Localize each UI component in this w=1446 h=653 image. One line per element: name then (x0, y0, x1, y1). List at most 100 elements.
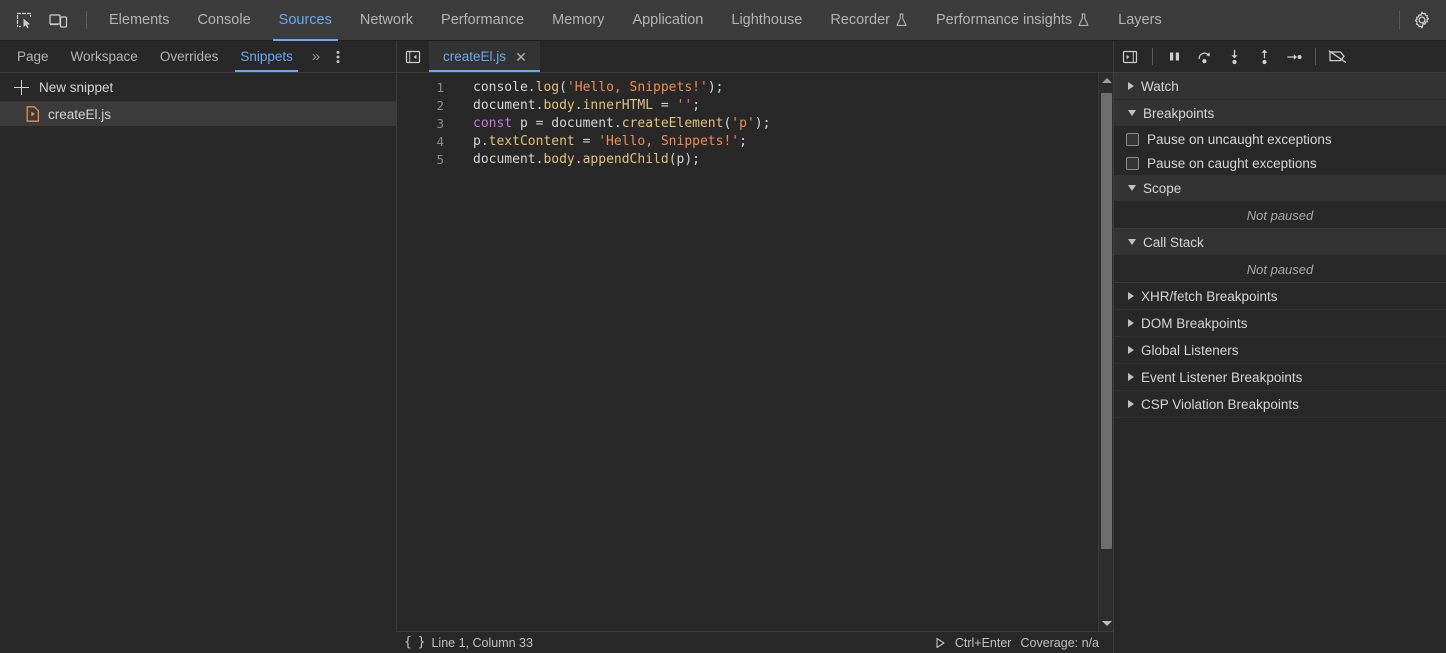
panel-tab-elements[interactable]: Elements (95, 0, 183, 41)
code-line: 3 const p = document.createElement('p'); (397, 115, 1113, 133)
scope-section-header[interactable]: Scope (1114, 175, 1446, 202)
code-editor[interactable]: 1 console.log('Hello, Snippets!'); 2 docume… (397, 73, 1113, 631)
line-number[interactable]: 2 (397, 97, 444, 115)
pause-on-caught-exceptions-checkbox[interactable] (1126, 156, 1139, 170)
editor-file-tab[interactable]: createEl.js ✕ (429, 41, 541, 72)
panel-tab-recorder[interactable]: Recorder (816, 0, 922, 41)
panel-tab-network[interactable]: Network (346, 0, 427, 41)
code-line-text[interactable]: document.body.appendChild(p); (444, 151, 700, 169)
call-stack-section-header[interactable]: Call Stack (1114, 229, 1446, 256)
chevron-right-icon (1128, 82, 1134, 90)
line-number[interactable]: 1 (397, 79, 444, 97)
panel-tab-memory[interactable]: Memory (538, 0, 618, 41)
navigator-more-options-icon[interactable] (326, 41, 350, 72)
chevron-right-icon (1128, 400, 1134, 408)
toolbar-right-icons (1391, 6, 1446, 34)
panel-tab-label: Sources (278, 12, 332, 28)
collapse-navigator-icon[interactable] (397, 41, 429, 72)
panel-tab-label: Memory (552, 12, 605, 28)
step-into-icon[interactable] (1219, 44, 1249, 70)
pause-on-uncaught-exceptions-checkbox[interactable] (1126, 132, 1139, 146)
code-line: 2 document.body.innerHTML = ''; (397, 97, 1113, 115)
line-number[interactable]: 3 (397, 115, 444, 133)
section-title: Call Stack (1143, 234, 1204, 250)
panel-tab-layers[interactable]: Layers (1104, 0, 1176, 41)
new-snippet-button[interactable]: New snippet (0, 73, 396, 102)
navigator-tab-workspace[interactable]: Workspace (60, 41, 149, 72)
gear-icon[interactable] (1408, 6, 1436, 34)
panel-tab-console[interactable]: Console (183, 0, 264, 41)
panel-tab-sources[interactable]: Sources (265, 0, 346, 41)
run-snippet-icon[interactable] (935, 637, 946, 649)
navigator-tabbar: Page Workspace Overrides Snippets» (0, 41, 396, 73)
pretty-print-icon[interactable]: { } (404, 635, 426, 650)
section-title: Global Listeners (1141, 342, 1239, 358)
editor-pane: createEl.js ✕ 1 console.log('Hello, Snipp… (396, 41, 1113, 653)
deactivate-breakpoints-icon[interactable] (1322, 44, 1352, 70)
panel-tab-application[interactable]: Application (618, 0, 717, 41)
editor-scrollbar-thumb[interactable] (1101, 93, 1112, 549)
code-token: ); (754, 116, 771, 131)
editor-file-tab-label: createEl.js (443, 49, 507, 64)
code-token: (p); (668, 152, 700, 167)
section-event-listener-breakpoints[interactable]: Event Listener Breakpoints (1114, 364, 1446, 391)
panel-tab-lighthouse[interactable]: Lighthouse (717, 0, 816, 41)
section-dom-breakpoints[interactable]: DOM Breakpoints (1114, 310, 1446, 337)
section-global-listeners[interactable]: Global Listeners (1114, 337, 1446, 364)
snippet-name: createEl.js (48, 106, 112, 122)
code-line-text[interactable]: const p = document.createElement('p'); (444, 115, 770, 133)
code-token: ; (692, 98, 701, 113)
code-line: 4 p.textContent = 'Hello, Snippets!'; (397, 133, 1113, 151)
chevron-right-icon (1128, 346, 1134, 354)
step-icon[interactable] (1279, 44, 1309, 70)
pause-on-caught-exceptions-row[interactable]: Pause on caught exceptions (1114, 151, 1446, 175)
panel-tab-performance[interactable]: Performance (427, 0, 538, 41)
section-title: DOM Breakpoints (1141, 315, 1248, 331)
code-line-text[interactable]: console.log('Hello, Snippets!'); (444, 79, 723, 97)
pause-script-execution-icon[interactable] (1159, 44, 1189, 70)
device-toolbar-icon[interactable] (44, 6, 72, 34)
step-out-icon[interactable] (1249, 44, 1279, 70)
section-title: Watch (1141, 78, 1179, 94)
breakpoints-section-header[interactable]: Breakpoints (1114, 100, 1446, 127)
code-token: console (473, 80, 528, 95)
expand-debugger-sidebar-icon[interactable] (1114, 41, 1146, 73)
cursor-position: Line 1, Column 33 (431, 635, 533, 650)
code-token: body (543, 98, 575, 113)
navigator-tab-page[interactable]: Page (6, 41, 60, 72)
flask-icon (1078, 13, 1089, 26)
chevron-right-icon (1128, 292, 1134, 300)
editor-scrollbar[interactable] (1098, 73, 1113, 631)
scroll-down-icon[interactable] (1099, 616, 1114, 631)
chevron-down-icon (1128, 185, 1136, 191)
editor-statusbar: { } Line 1, Column 33 Ctrl+Enter Coverag… (396, 631, 1113, 653)
code-token: . (574, 98, 583, 113)
debugger-toolbar-divider (1152, 48, 1153, 65)
debugger-toolbar-divider-2 (1315, 48, 1316, 65)
code-token: createElement (621, 116, 724, 131)
devtools-window: Elements Console Sources Network Performance… (0, 0, 1446, 653)
code-token: . (574, 152, 583, 167)
panel-tab-performance-insights[interactable]: Performance insights (922, 0, 1104, 41)
code-line-text[interactable]: p.textContent = 'Hello, Snippets!'; (444, 133, 747, 151)
snippet-list-item[interactable]: createEl.js (0, 102, 396, 126)
inspect-element-icon[interactable] (10, 6, 38, 34)
navigator-tab-overrides[interactable]: Overrides (149, 41, 230, 72)
code-line-text[interactable]: document.body.innerHTML = ''; (444, 97, 700, 115)
code-lines: 1 console.log('Hello, Snippets!'); 2 docume… (397, 73, 1113, 169)
watch-section-header[interactable]: Watch (1114, 73, 1446, 100)
close-icon[interactable]: ✕ (514, 50, 528, 64)
scroll-up-icon[interactable] (1099, 73, 1114, 88)
call-stack-empty-message: Not paused (1114, 256, 1446, 283)
panel-tab-label: Layers (1118, 12, 1162, 28)
line-number[interactable]: 5 (397, 151, 444, 169)
plus-icon (14, 79, 29, 95)
line-number[interactable]: 4 (397, 133, 444, 151)
section-csp-violation-breakpoints[interactable]: CSP Violation Breakpoints (1114, 391, 1446, 418)
pause-on-uncaught-exceptions-row[interactable]: Pause on uncaught exceptions (1114, 127, 1446, 151)
code-token: 'Hello, Snippets!' (566, 80, 708, 95)
section-xhr-fetch-breakpoints[interactable]: XHR/fetch Breakpoints (1114, 283, 1446, 310)
navigator-tab-snippets[interactable]: Snippets (229, 41, 304, 72)
navigator-more-tabs-icon[interactable]: » (304, 41, 326, 72)
step-over-icon[interactable] (1189, 44, 1219, 70)
